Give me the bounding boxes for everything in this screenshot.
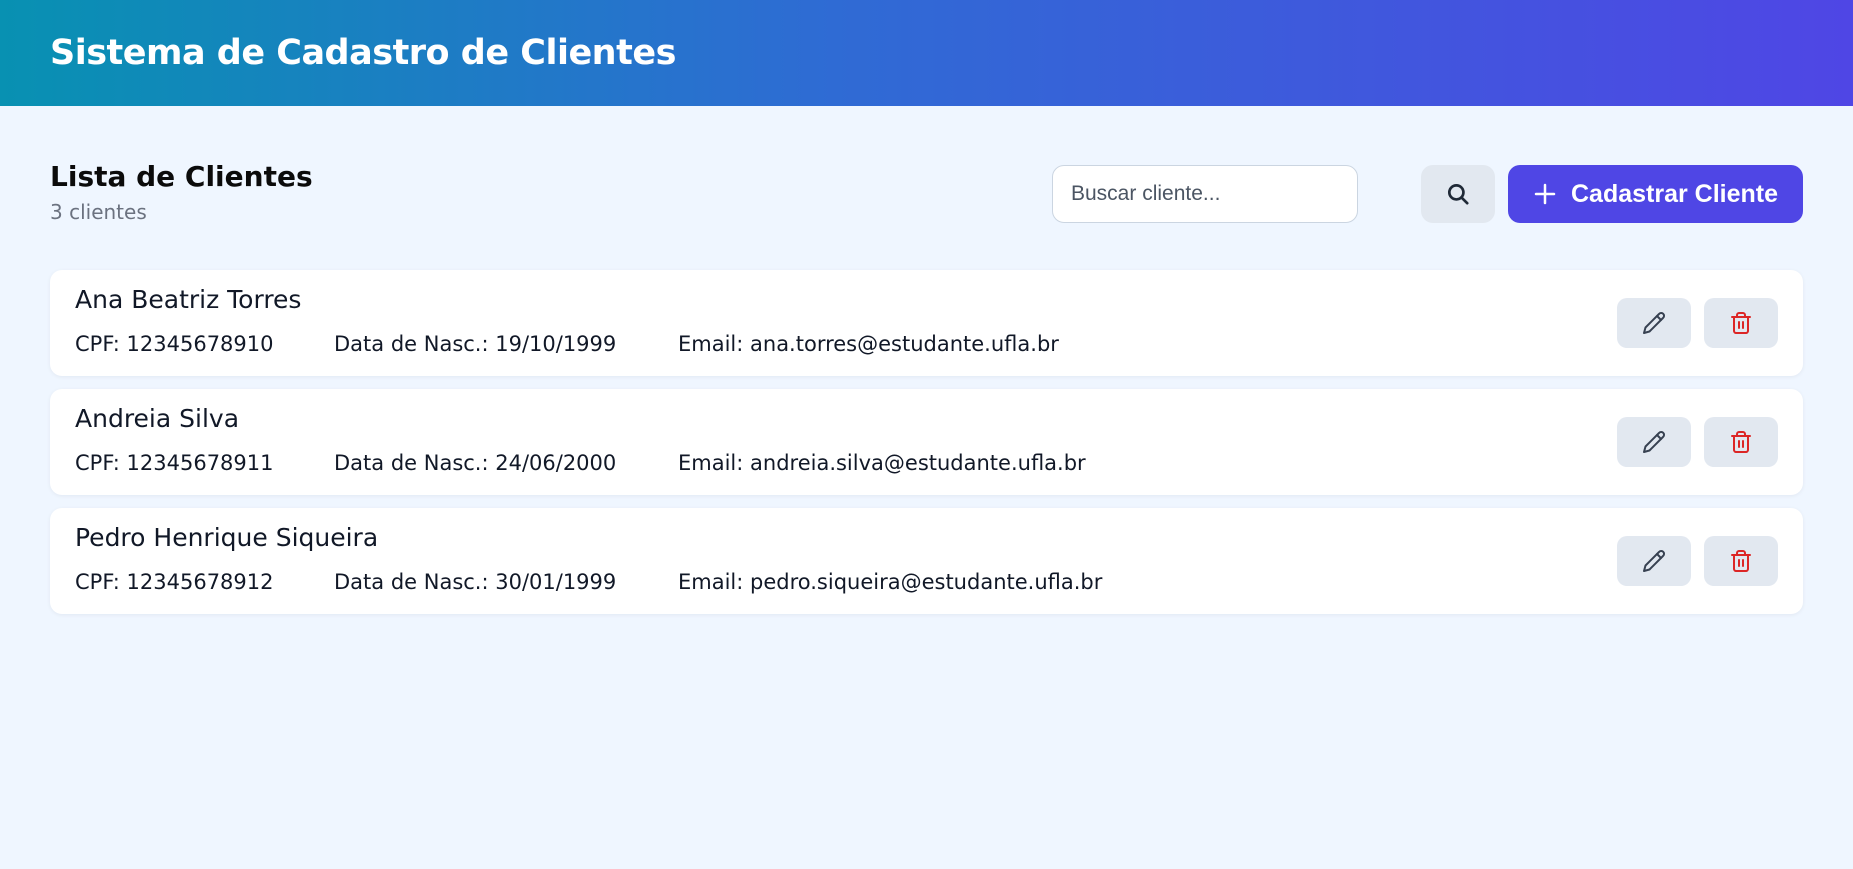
client-name: Ana Beatriz Torres: [75, 285, 302, 314]
client-details: CPF: 12345678911 Data de Nasc.: 24/06/20…: [75, 450, 1778, 476]
client-birth-date: Data de Nasc.: 30/01/1999: [334, 570, 617, 594]
client-actions: [1617, 536, 1778, 586]
client-email: Email: andreia.silva@estudante.ufla.br: [678, 451, 1086, 475]
client-card: Pedro Henrique Siqueira CPF: 12345678912…: [50, 508, 1803, 614]
edit-client-button[interactable]: [1617, 298, 1691, 348]
app-header: Sistema de Cadastro de Clientes: [0, 0, 1853, 106]
edit-client-button[interactable]: [1617, 536, 1691, 586]
pencil-icon: [1642, 311, 1666, 335]
search-button[interactable]: [1421, 165, 1495, 223]
client-actions: [1617, 298, 1778, 348]
trash-icon: [1729, 549, 1753, 573]
client-details: CPF: 12345678912 Data de Nasc.: 30/01/19…: [75, 569, 1778, 595]
pencil-icon: [1642, 430, 1666, 454]
edit-client-button[interactable]: [1617, 417, 1691, 467]
delete-client-button[interactable]: [1704, 298, 1778, 348]
client-actions: [1617, 417, 1778, 467]
list-heading: Lista de Clientes 3 clientes: [50, 160, 313, 224]
search-input[interactable]: [1052, 165, 1358, 223]
client-birth-date: Data de Nasc.: 19/10/1999: [334, 332, 617, 356]
trash-icon: [1729, 311, 1753, 335]
trash-icon: [1729, 430, 1753, 454]
add-client-button[interactable]: Cadastrar Cliente: [1508, 165, 1803, 223]
client-email: Email: ana.torres@estudante.ufla.br: [678, 332, 1059, 356]
pencil-icon: [1642, 549, 1666, 573]
app-title: Sistema de Cadastro de Clientes: [50, 33, 676, 73]
client-email: Email: pedro.siqueira@estudante.ufla.br: [678, 570, 1103, 594]
client-birth-date: Data de Nasc.: 24/06/2000: [334, 451, 617, 475]
client-name: Pedro Henrique Siqueira: [75, 523, 379, 552]
client-card: Andreia Silva CPF: 12345678911 Data de N…: [50, 389, 1803, 495]
client-list: Ana Beatriz Torres CPF: 12345678910 Data…: [50, 270, 1803, 614]
list-title: Lista de Clientes: [50, 160, 313, 193]
client-cpf: CPF: 12345678910: [75, 332, 274, 356]
add-client-label: Cadastrar Cliente: [1570, 179, 1779, 208]
client-name: Andreia Silva: [75, 404, 240, 433]
client-cpf: CPF: 12345678911: [75, 451, 274, 475]
delete-client-button[interactable]: [1704, 417, 1778, 467]
delete-client-button[interactable]: [1704, 536, 1778, 586]
search-icon: [1445, 181, 1471, 207]
client-card: Ana Beatriz Torres CPF: 12345678910 Data…: [50, 270, 1803, 376]
client-count: 3 clientes: [50, 199, 147, 224]
client-cpf: CPF: 12345678912: [75, 570, 274, 594]
client-details: CPF: 12345678910 Data de Nasc.: 19/10/19…: [75, 331, 1778, 357]
plus-icon: [1533, 182, 1557, 206]
